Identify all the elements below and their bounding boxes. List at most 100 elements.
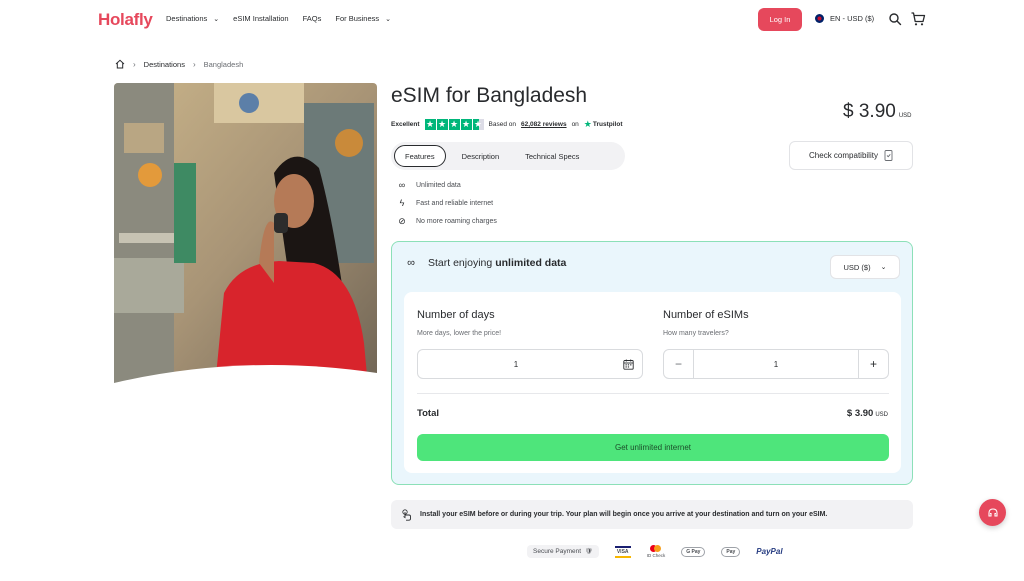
star-half-icon: ★: [472, 119, 484, 130]
esims-title: Number of eSIMs: [663, 309, 749, 321]
chat-icon: [987, 507, 998, 517]
tab-features[interactable]: Features: [394, 145, 446, 167]
decrement-button[interactable]: −: [664, 350, 694, 378]
mastercard-logo: ID Check: [646, 545, 666, 558]
divider: [417, 393, 889, 394]
rating-on: on: [571, 121, 579, 128]
login-button[interactable]: Log In: [758, 8, 802, 31]
secure-payment-label: Secure Payment: [533, 548, 582, 555]
total-label: Total: [417, 408, 439, 419]
search-icon[interactable]: [888, 12, 902, 26]
hero-image: [114, 83, 377, 397]
breadcrumb-destinations[interactable]: Destinations: [144, 60, 185, 69]
feature-label: Fast and reliable internet: [416, 199, 494, 207]
cart-icon[interactable]: [910, 11, 926, 27]
secure-payment-badge: Secure Payment 🛡: [527, 545, 599, 558]
language-label: EN - USD ($): [830, 14, 875, 23]
nav-destinations-label: Destinations: [166, 14, 208, 23]
chevron-down-icon: ⌄: [213, 15, 220, 23]
total-price: $ 3.90 USD: [847, 408, 888, 419]
tap-hand-icon: [402, 508, 411, 521]
main-nav: Destinations ⌄ eSIM Installation FAQs Fo…: [166, 14, 391, 23]
feature-item: ⊘ No more roaming charges: [397, 216, 497, 226]
tab-technical-specs[interactable]: Technical Specs: [515, 145, 589, 167]
holafly-logo[interactable]: Holafly: [98, 10, 153, 30]
feature-label: No more roaming charges: [416, 217, 497, 225]
home-icon[interactable]: [115, 59, 125, 69]
product-tabs: Features Description Technical Specs: [391, 142, 625, 170]
support-chat-button[interactable]: [979, 499, 1006, 526]
language-currency-selector[interactable]: EN - USD ($): [815, 14, 874, 23]
price-currency: USD: [898, 113, 912, 119]
plan-card: Number of days More days, lower the pric…: [404, 292, 901, 473]
price-value: $ 3.90: [843, 101, 896, 122]
currency-value: USD ($): [843, 262, 871, 272]
calendar-icon[interactable]: [614, 359, 642, 370]
chevron-down-icon: ⌄: [880, 264, 887, 271]
star-icon: ★: [424, 119, 436, 130]
nav-faqs-label: FAQs: [302, 14, 322, 23]
plan-heading: ∞ Start enjoying unlimited data: [404, 256, 566, 270]
site-header: Holafly Destinations ⌄ eSIM Installation…: [0, 0, 1024, 40]
nav-esim-installation[interactable]: eSIM Installation: [233, 14, 288, 23]
check-compatibility-button[interactable]: Check compatibility: [789, 141, 913, 170]
trustpilot-star-icon: ★: [583, 119, 592, 129]
rating-label: Excellent: [391, 121, 420, 128]
infinity-icon: ∞: [407, 257, 415, 269]
nav-faqs[interactable]: FAQs: [303, 14, 322, 23]
days-picker[interactable]: 1: [417, 349, 643, 379]
nav-destinations[interactable]: Destinations ⌄: [166, 14, 219, 23]
breadcrumb: › Destinations › Bangladesh: [115, 59, 243, 69]
trustpilot-label: Trustpilot: [592, 121, 623, 128]
rating-stars: ★ ★ ★ ★ ★: [424, 119, 484, 130]
days-subtitle: More days, lower the price!: [417, 330, 502, 337]
payment-methods: Secure Payment 🛡 VISA ID Check G Pay Pay…: [527, 545, 783, 558]
breadcrumb-separator-icon: ›: [192, 59, 196, 69]
breadcrumb-separator-icon: ›: [133, 59, 136, 69]
infinity-icon: ∞: [398, 180, 406, 190]
tab-description[interactable]: Description: [452, 145, 510, 167]
increment-button[interactable]: +: [858, 350, 888, 378]
reviews-link[interactable]: 62,082 reviews: [521, 121, 567, 128]
get-unlimited-internet-button[interactable]: Get unlimited internet: [417, 434, 889, 461]
shield-icon: 🛡: [585, 549, 593, 555]
star-icon: ★: [460, 119, 472, 130]
star-icon: ★: [436, 119, 448, 130]
esims-value[interactable]: 1: [694, 360, 858, 369]
apple-pay-label: Pay: [726, 548, 736, 555]
uk-flag-icon: [815, 14, 824, 23]
plan-heading-prefix: Start enjoying: [428, 257, 493, 269]
lightning-icon: ϟ: [399, 198, 405, 208]
check-compatibility-label: Check compatibility: [809, 151, 878, 160]
mastercard-circles-icon: [650, 545, 662, 552]
plan-selector: ∞ Start enjoying unlimited data USD ($) …: [391, 241, 913, 485]
days-title: Number of days: [417, 309, 495, 321]
esims-stepper: − 1 +: [663, 349, 889, 379]
trustpilot-rating: Excellent ★ ★ ★ ★ ★ Based on 62,082 revi…: [391, 119, 622, 130]
apple-pay-logo: Pay: [721, 546, 741, 557]
total-price-value: $ 3.90: [846, 408, 874, 419]
google-pay-logo: G Pay: [681, 546, 706, 557]
star-icon: ★: [448, 119, 460, 130]
product-title: eSIM for Bangladesh: [391, 84, 588, 107]
plan-heading-bold: unlimited data: [495, 257, 567, 269]
total-price-unit: USD: [875, 412, 888, 418]
feature-list: ∞ Unlimited data ϟ Fast and reliable int…: [397, 180, 497, 226]
nav-for-business-label: For Business: [335, 14, 380, 23]
days-value: 1: [513, 359, 519, 369]
trustpilot-logo[interactable]: ★ Trustpilot: [584, 119, 623, 130]
nav-esim-installation-label: eSIM Installation: [233, 14, 289, 23]
install-note-text: Install your eSIM before or during your …: [420, 511, 828, 518]
esims-subtitle: How many travelers?: [663, 330, 729, 337]
nav-for-business[interactable]: For Business ⌄: [335, 14, 391, 23]
mastercard-idcheck-label: ID Check: [646, 553, 666, 558]
install-note: Install your eSIM before or during your …: [391, 500, 913, 529]
rating-based-on: Based on: [488, 121, 517, 128]
feature-label: Unlimited data: [416, 181, 461, 189]
feature-item: ϟ Fast and reliable internet: [397, 198, 497, 208]
currency-select[interactable]: USD ($) ⌄: [830, 255, 900, 279]
breadcrumb-bangladesh: Bangladesh: [203, 59, 244, 69]
no-roaming-icon: ⊘: [398, 215, 406, 226]
chevron-down-icon: ⌄: [385, 15, 392, 23]
paypal-logo: PayPal: [756, 547, 783, 556]
